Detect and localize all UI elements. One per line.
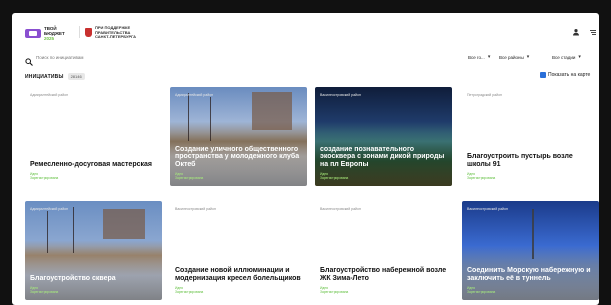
search-bar: Все го... ▾ Все районы ▾ Все стадии ▾ [12,51,599,66]
search-input[interactable] [36,52,186,62]
stage-select[interactable]: Все стадии ▾ [552,52,581,62]
card-title: Создание уличного общественного простран… [175,145,300,168]
app-window: ТВОЙ БЮДЖЕТ 2025 ПРИ ПОДДЕРЖКЕ ПРАВИТЕЛЬ… [12,13,599,305]
crest-icon [85,28,92,38]
initiative-card[interactable]: Василеостровский район Благоустройство н… [315,201,452,300]
card-district: Василеостровский район [320,207,361,211]
card-title: Соединить Морскую набережную и заключить… [467,267,591,282]
card-photo-building [252,92,292,130]
initiative-card[interactable]: Адмиралтейский район Ремесленно-досугова… [25,87,162,186]
search-icon[interactable] [25,53,33,71]
card-status: Зарегистрирована [175,176,204,180]
logo-mark-icon [25,29,41,38]
initiative-card[interactable]: Василеостровский район Соединить Морскую… [462,201,599,300]
district-select-value: Все районы [499,54,524,60]
initiatives-count-badge: 28146 [67,73,85,80]
card-status: Зарегистрирована [175,290,204,294]
top-header: ТВОЙ БЮДЖЕТ 2025 ПРИ ПОДДЕРЖКЕ ПРАВИТЕЛЬ… [12,13,599,49]
card-status: Зарегистрирована [30,290,59,294]
year-select[interactable]: Все го... ▾ [468,52,490,62]
card-district: Адмиралтейский район [175,93,214,97]
card-status: Зарегистрирована [30,176,59,180]
card-title: Создание новой иллюминации и модернизаци… [175,267,301,282]
chevron-down-icon: ▾ [526,54,530,60]
card-status: Зарегистрирована [320,290,349,294]
user-icon[interactable] [571,27,581,37]
card-title: создание познавательного экоскверa с зон… [320,145,445,168]
card-status: Зарегистрирована [467,290,496,294]
section-header: ИНИЦИАТИВЫ 28146 [25,73,85,80]
card-status: Зарегистрирована [467,176,496,180]
card-district: Адмиралтейский район [30,207,69,211]
header-divider [79,26,80,38]
chevron-down-icon: ▾ [578,54,581,60]
initiative-card[interactable]: Василеостровский район создание познават… [315,87,452,186]
card-district: Петроградский район [467,93,502,97]
gov-line-3: САНКТ-ПЕТЕРБУРГА [95,34,137,39]
card-title: Благоустроить пустырь возле школы 91 [467,153,573,168]
show-on-map-link[interactable]: Показать на карте [540,72,590,78]
section-title: ИНИЦИАТИВЫ [25,73,64,80]
logo-line-3: 2025 [44,36,55,41]
card-district: Василеостровский район [320,93,361,97]
government-badge: ПРИ ПОДДЕРЖКЕ ПРАВИТЕЛЬСТВА САНКТ-ПЕТЕРБ… [85,25,137,40]
card-district: Василеостровский район [175,207,216,211]
district-select[interactable]: Все районы ▾ [499,52,529,62]
show-on-map-label: Показать на карте [548,72,591,78]
tvoy-budget-logo[interactable]: ТВОЙ БЮДЖЕТ 2025 [25,26,65,41]
card-status: Зарегистрирована [320,176,349,180]
card-title: Благоустройство набережной возле ЖК Зима… [320,267,447,282]
card-title: Благоустройство сквера [30,274,116,282]
card-district: Адмиралтейский район [30,93,69,97]
initiative-card[interactable]: Адмиралтейский район Благоустройство скв… [25,201,162,300]
initiative-card[interactable]: Адмиралтейский район Создание уличного о… [170,87,307,186]
initiative-card[interactable]: Петроградский район Благоустроить пустыр… [462,87,599,186]
menu-icon[interactable] [588,27,598,37]
initiative-card[interactable]: Василеостровский район Создание новой ил… [170,201,307,300]
card-photo-building [103,209,145,239]
card-title: Ремесленно-досуговая мастерская [30,160,152,168]
chevron-down-icon: ▾ [487,54,491,60]
card-district: Василеостровский район [467,207,508,211]
map-icon [540,72,546,78]
year-select-value: Все го... [468,54,485,60]
stage-select-value: Все стадии [552,54,576,60]
